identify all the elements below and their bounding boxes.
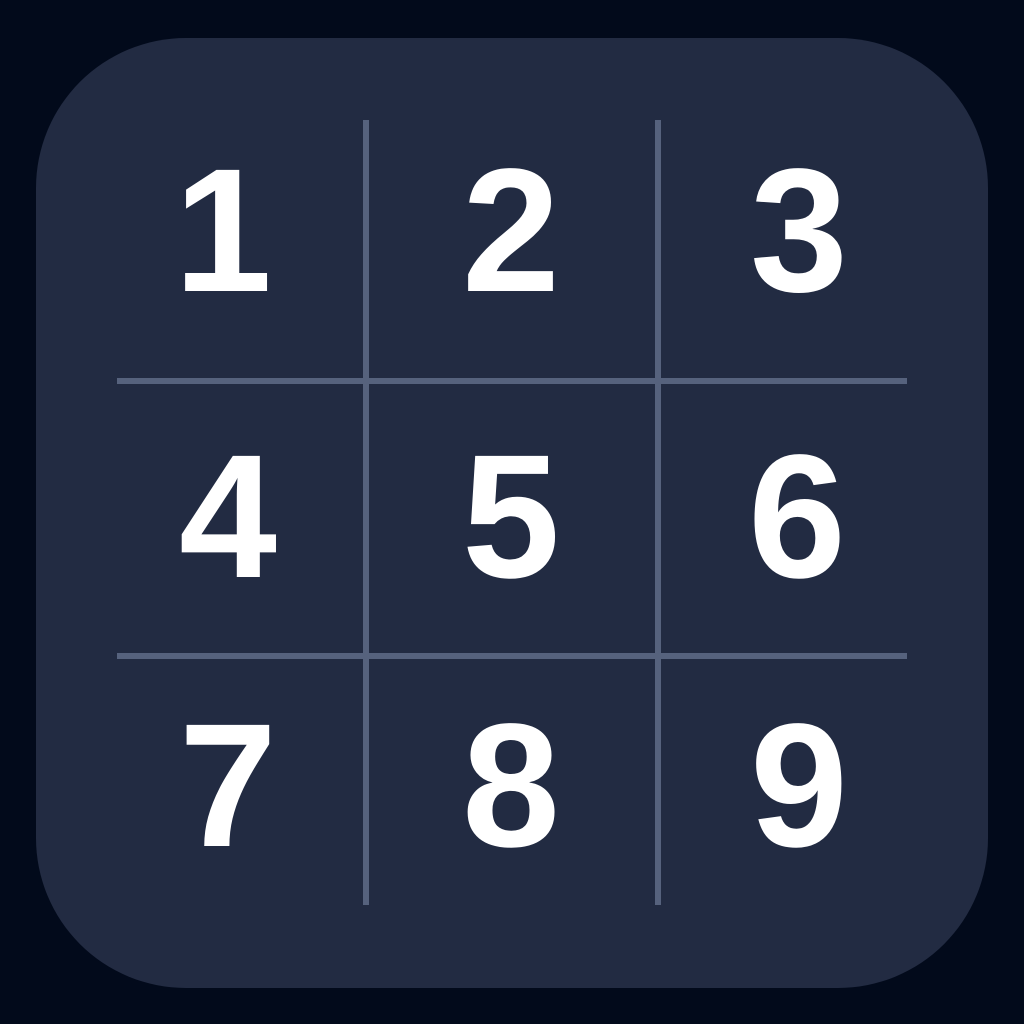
grid-divider-vertical-1 (363, 120, 369, 905)
keypad-key-9[interactable]: 9 (699, 686, 899, 886)
keypad-key-label: 3 (750, 133, 848, 329)
keypad-screen: 1 2 3 4 5 6 7 8 9 (0, 0, 1024, 1024)
keypad-key-label: 2 (462, 133, 560, 329)
keypad-key-1[interactable]: 1 (123, 131, 323, 331)
keypad-key-label: 4 (179, 419, 277, 615)
grid-divider-vertical-2 (655, 120, 661, 905)
keypad-key-label: 6 (748, 419, 846, 615)
grid-divider-horizontal-2 (117, 653, 907, 659)
keypad-key-label: 1 (174, 133, 272, 329)
keypad-key-label: 5 (462, 419, 560, 615)
keypad-key-6[interactable]: 6 (697, 417, 897, 617)
keypad-key-8[interactable]: 8 (411, 686, 611, 886)
keypad-key-7[interactable]: 7 (128, 686, 328, 886)
keypad-key-label: 9 (750, 688, 848, 884)
keypad-key-3[interactable]: 3 (699, 131, 899, 331)
keypad-key-label: 8 (462, 688, 560, 884)
keypad-key-label: 7 (179, 688, 277, 884)
keypad-key-5[interactable]: 5 (411, 417, 611, 617)
grid-divider-horizontal-1 (117, 378, 907, 384)
keypad-key-2[interactable]: 2 (411, 131, 611, 331)
keypad-key-4[interactable]: 4 (128, 417, 328, 617)
